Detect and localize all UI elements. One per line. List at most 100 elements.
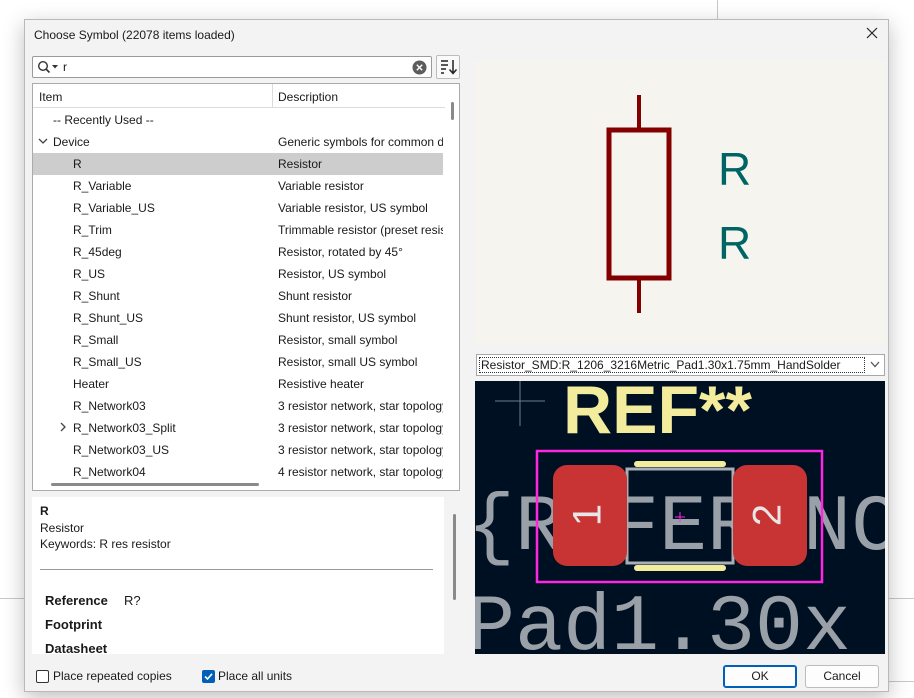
details-scrollbar[interactable] — [453, 514, 456, 600]
tree-row-description: Resistive heater — [278, 377, 365, 391]
repeat-copies-checkbox[interactable] — [36, 670, 49, 683]
tree-row-name: R_Network03_US — [73, 443, 170, 457]
tree-row-name: R_Small — [73, 333, 119, 347]
checkmark-icon — [204, 673, 213, 681]
field-label-reference: Reference — [45, 593, 108, 608]
tree-row[interactable]: R_US Resistor, US symbol — [33, 263, 443, 285]
tree-row[interactable]: R_Variable Variable resistor — [33, 175, 443, 197]
tree-row[interactable]: R_Shunt Shunt resistor — [33, 285, 443, 307]
window-title: Choose Symbol (22078 items loaded) — [34, 28, 235, 42]
tree-row[interactable]: R_Network03_US 3 resistor network, star t… — [33, 439, 443, 461]
tree-row-description: Resistor, rotated by 45° — [278, 245, 403, 259]
choose-symbol-dialog: Choose Symbol (22078 items loaded) r Ite… — [24, 19, 889, 692]
repeat-copies-label[interactable]: Place repeated copies — [53, 669, 172, 683]
footprint-value-text: Pad1.30x — [475, 583, 851, 654]
detail-description: Resistor — [40, 521, 85, 535]
column-header-item[interactable]: Item — [39, 90, 62, 104]
close-icon[interactable] — [864, 25, 880, 41]
background-line — [889, 598, 914, 599]
search-icon[interactable] — [37, 60, 59, 74]
vertical-scrollbar[interactable] — [451, 102, 454, 120]
tree-row-description: 4 resistor network, star topology — [278, 465, 443, 479]
tree-row-description: Resistor, small US symbol — [278, 355, 418, 369]
divider — [40, 569, 433, 570]
tree-row-name: R_Network04 — [73, 465, 146, 479]
tree-row[interactable]: R Resistor — [33, 153, 443, 175]
tree-row-name: R_Variable — [73, 179, 132, 193]
search-input[interactable]: r — [32, 56, 432, 78]
tree-row[interactable]: R_Network03 3 resistor network, star topo… — [33, 395, 443, 417]
clear-search-icon[interactable] — [412, 60, 427, 75]
tree-row-name: R_US — [73, 267, 106, 281]
pad-1-number: 1 — [566, 504, 610, 526]
symbol-reference-text: R — [718, 143, 751, 195]
tree-header: Item Description — [33, 84, 445, 108]
resistor-symbol-canvas: R R — [606, 95, 751, 313]
footprint-select-value: Resistor_SMD:R_1206_3216Metric_Pad1.30x1… — [481, 358, 841, 372]
tree-row[interactable]: R_Shunt_US Shunt resistor, US symbol — [33, 307, 443, 329]
tree-row[interactable]: R_Variable_US Variable resistor, US symbo… — [33, 197, 443, 219]
tree-row[interactable]: R_Network04 4 resistor network, star topo… — [33, 461, 443, 483]
origin-crosshair — [495, 381, 545, 426]
tree-row[interactable]: R_Small_US Resistor, small US symbol — [33, 351, 443, 373]
tree-row-name: Heater — [73, 377, 110, 391]
field-label-footprint: Footprint — [45, 617, 103, 632]
all-units-label[interactable]: Place all units — [218, 669, 292, 683]
tree-row-name: -- Recently Used -- — [53, 113, 154, 127]
tree-row-description: Generic symbols for common d — [278, 135, 443, 149]
tree-row-description: Shunt resistor — [278, 289, 353, 303]
symbol-tree[interactable]: Item Description -- Recently Used -- Devi… — [32, 83, 460, 491]
chevron-right-icon[interactable] — [58, 421, 68, 433]
tree-row-name: R — [73, 157, 82, 171]
tree-row-name: R_Trim — [73, 223, 112, 237]
search-query: r — [63, 60, 67, 74]
tree-row-name: R_45deg — [73, 245, 122, 259]
field-label-datasheet: Datasheet — [45, 641, 108, 654]
tree-row-description: 3 resistor network, star topology — [278, 399, 443, 413]
bottom-bar: Place repeated copies Place all units OK… — [25, 662, 888, 693]
cancel-button[interactable]: Cancel — [805, 665, 879, 688]
tree-row[interactable]: R_Network03_Split 3 resistor network, sta… — [33, 417, 443, 439]
all-units-checkbox[interactable] — [202, 670, 215, 683]
footprint-select[interactable]: Resistor_SMD:R_1206_3216Metric_Pad1.30x1… — [476, 354, 885, 376]
tree-row-description: Variable resistor — [278, 179, 364, 193]
symbol-details-panel: R Resistor Keywords: R res resistor Refe… — [32, 497, 444, 654]
footprint-preview: {REFERENCE} Pad1.30x REF** 1 2 — [475, 381, 885, 654]
tree-row-name: R_Small_US — [73, 355, 142, 369]
chevron-down-icon[interactable] — [38, 135, 48, 147]
footprint-ref-text: REF** — [563, 381, 752, 448]
tree-row[interactable]: Device Generic symbols for common d — [33, 131, 443, 153]
background-line — [0, 598, 24, 599]
chevron-down-icon[interactable] — [870, 361, 880, 368]
tree-row[interactable]: R_Small Resistor, small symbol — [33, 329, 443, 351]
footprint-canvas: {REFERENCE} Pad1.30x REF** 1 2 — [475, 381, 885, 654]
symbol-value-text: R — [718, 217, 751, 269]
sort-button[interactable] — [436, 55, 460, 79]
tree-row-description: Resistor, US symbol — [278, 267, 387, 281]
tree-row-description: 3 resistor network, star topology — [278, 421, 443, 435]
horizontal-scrollbar[interactable] — [51, 483, 259, 486]
tree-row-name: R_Shunt_US — [73, 311, 144, 325]
sort-icon — [441, 60, 458, 75]
tree-row[interactable]: Heater Resistive heater — [33, 373, 443, 395]
tree-row[interactable]: R_45deg Resistor, rotated by 45° — [33, 241, 443, 263]
tree-row-name: R_Network03_Split — [73, 421, 176, 435]
ok-button[interactable]: OK — [723, 665, 797, 688]
title-bar: Choose Symbol (22078 items loaded) — [25, 20, 888, 50]
tree-row-name: R_Shunt — [73, 289, 120, 303]
tree-row[interactable]: R_Trim Trimmable resistor (preset resist — [33, 219, 443, 241]
column-divider[interactable] — [272, 84, 273, 108]
symbol-preview: R R — [475, 60, 885, 345]
detail-keywords: Keywords: R res resistor — [40, 537, 171, 551]
tree-row-name: R_Variable_US — [73, 201, 155, 215]
tree-row[interactable]: -- Recently Used -- — [33, 109, 443, 131]
tree-row-description: Resistor, small symbol — [278, 333, 398, 347]
background-line — [889, 681, 914, 682]
field-value-reference: R? — [124, 593, 141, 608]
tree-row-name: R_Network03 — [73, 399, 146, 413]
detail-name: R — [40, 504, 49, 518]
tree-row-description: 3 resistor network, star topology — [278, 443, 443, 457]
background-line — [717, 0, 718, 19]
column-header-description[interactable]: Description — [278, 90, 338, 104]
tree-row-name: Device — [53, 135, 90, 149]
